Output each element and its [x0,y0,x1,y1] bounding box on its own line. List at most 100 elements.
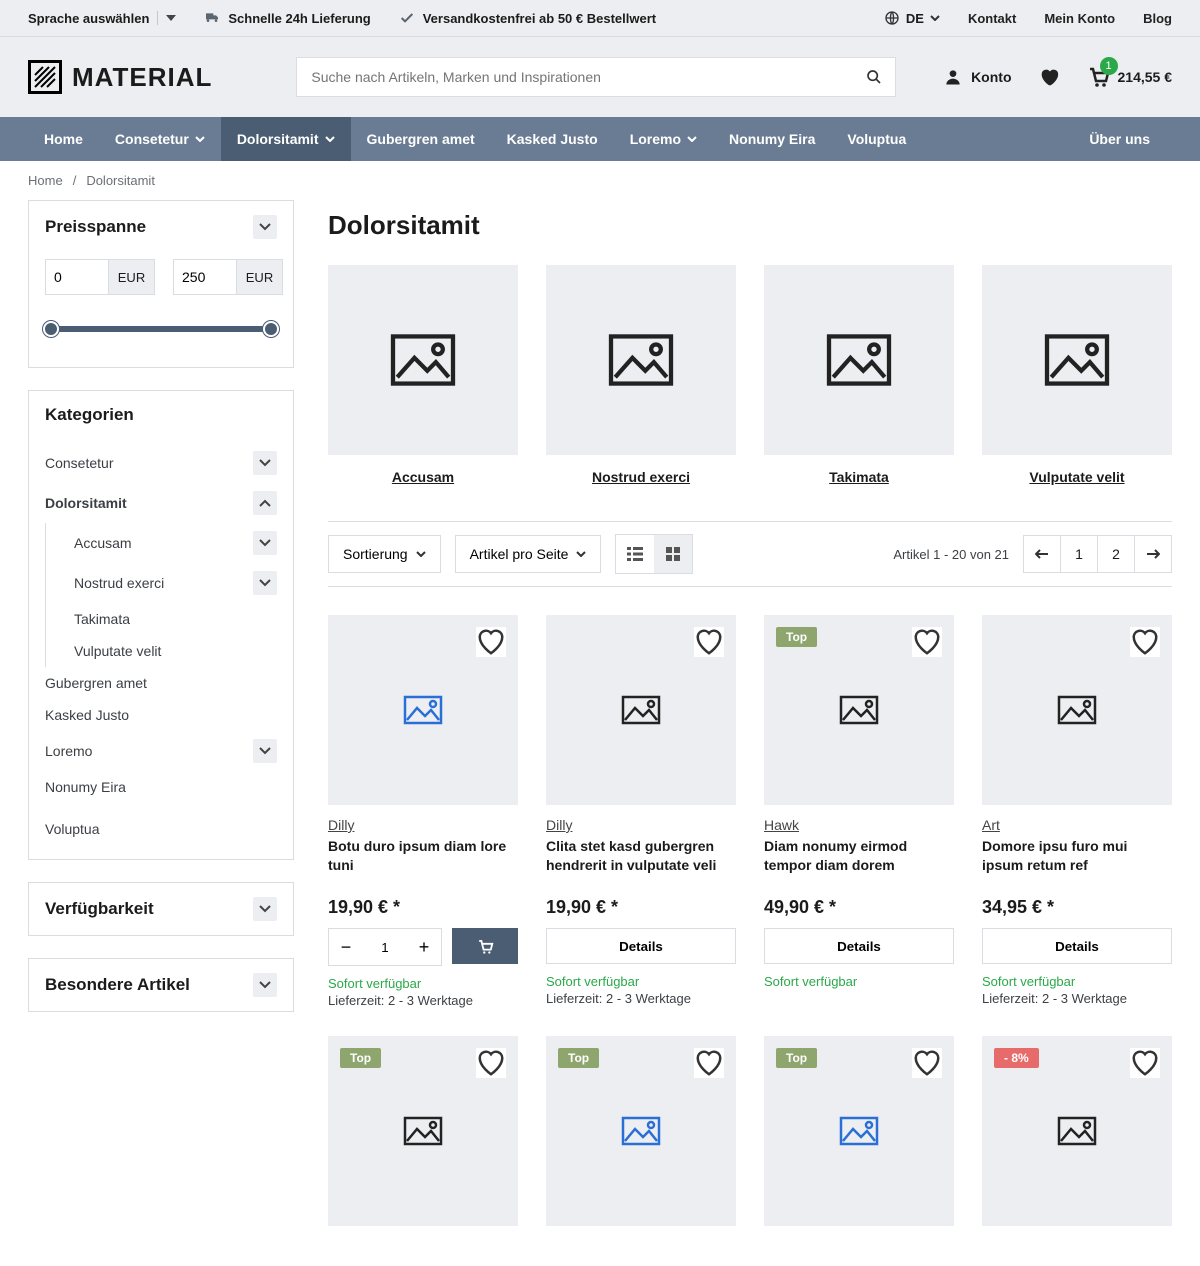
logo[interactable]: MATERIAL [28,60,212,94]
category-item[interactable]: Voluptua [29,813,293,845]
collapse-toggle[interactable] [253,973,277,997]
crumb-home[interactable]: Home [28,173,63,188]
add-to-cart-button[interactable] [452,928,518,964]
sort-button[interactable]: Sortierung [328,535,441,573]
details-button[interactable]: Details [764,928,954,964]
product-brand[interactable]: Art [982,817,1172,833]
subcategory-card[interactable]: Vulputate velit [982,265,1172,485]
product-image[interactable]: - 8% [982,1036,1172,1226]
qty-minus[interactable]: − [329,929,363,965]
subcategory-link[interactable]: Takimata [829,469,889,485]
product-image[interactable]: Top [546,1036,736,1226]
nav-item[interactable]: Voluptua [831,117,922,161]
category-item[interactable]: Accusam [45,523,293,563]
product-title[interactable]: Clita stet kasd gubergren hendrerit in v… [546,837,736,875]
wishlist-button[interactable] [1038,66,1060,88]
subcategory-card[interactable]: Accusam [328,265,518,485]
category-item[interactable]: Dolorsitamit [29,483,293,523]
wishlist-toggle[interactable] [476,627,506,657]
search-input[interactable] [296,57,852,97]
badge-top: Top [776,1048,817,1068]
product-title[interactable]: Botu duro ipsum diam lore tuni [328,837,518,875]
product-image[interactable] [982,615,1172,805]
details-button[interactable]: Details [546,928,736,964]
account-link[interactable]: Mein Konto [1044,11,1115,26]
price-slider[interactable] [45,311,277,347]
per-page-button[interactable]: Artikel pro Seite [455,535,602,573]
collapse-toggle[interactable] [253,897,277,921]
page-2[interactable]: 2 [1097,535,1135,573]
qty-plus[interactable]: + [407,929,441,965]
contact-link[interactable]: Kontakt [968,11,1016,26]
slider-handle-max[interactable] [263,321,279,337]
expand-toggle[interactable] [253,739,277,763]
product-brand[interactable]: Hawk [764,817,954,833]
search-button[interactable] [852,57,896,97]
product-card: Top [328,1036,518,1226]
subcategory-card[interactable]: Nostrud exerci [546,265,736,485]
category-item[interactable]: Nonumy Eira [29,771,293,803]
nav-item[interactable]: Kasked Justo [491,117,614,161]
subcategory-card[interactable]: Takimata [764,265,954,485]
nav-item[interactable]: Gubergren amet [351,117,491,161]
wishlist-toggle[interactable] [912,627,942,657]
subcategory-link[interactable]: Vulputate velit [1029,469,1124,485]
view-list[interactable] [616,535,654,573]
wishlist-toggle[interactable] [476,1048,506,1078]
collapse-toggle[interactable] [253,215,277,239]
product-image[interactable] [546,615,736,805]
expand-toggle[interactable] [253,491,277,515]
locale-select[interactable]: DE [884,10,940,26]
subcategory-link[interactable]: Nostrud exerci [592,469,690,485]
expand-toggle[interactable] [253,531,277,555]
subcategory-link[interactable]: Accusam [392,469,454,485]
product-image[interactable]: Top [328,1036,518,1226]
page-next[interactable] [1134,535,1172,573]
nav-item[interactable]: Consetetur [99,117,221,161]
product-brand[interactable]: Dilly [546,817,736,833]
wishlist-toggle[interactable] [694,627,724,657]
price-min-input[interactable] [46,260,108,294]
arrow-right-icon [1146,549,1160,559]
nav-item[interactable]: Home [28,117,99,161]
cart-button[interactable]: 1 214,55 € [1086,65,1173,89]
wishlist-toggle[interactable] [1130,1048,1160,1078]
category-item[interactable]: Takimata [45,603,293,635]
product-image[interactable]: Top [764,1036,954,1226]
product-image[interactable]: Top [764,615,954,805]
wishlist-toggle[interactable] [1130,627,1160,657]
qty-input[interactable] [363,929,407,965]
product-image[interactable] [328,615,518,805]
expand-toggle[interactable] [253,571,277,595]
page-1[interactable]: 1 [1060,535,1098,573]
slider-handle-min[interactable] [43,321,59,337]
nav-item[interactable]: Nonumy Eira [713,117,831,161]
product-brand[interactable]: Dilly [328,817,518,833]
nav-item[interactable]: Loremo [614,117,713,161]
category-item[interactable]: Nostrud exerci [45,563,293,603]
category-item[interactable]: Loremo [29,731,293,771]
product-title[interactable]: Domore ipsu furo mui ipsum retum ref [982,837,1172,875]
price-max-input[interactable] [174,260,236,294]
heart-icon [694,626,724,658]
view-grid[interactable] [654,535,692,573]
category-item[interactable]: Kasked Justo [29,699,293,731]
chevron-down-icon [259,579,271,587]
expand-toggle[interactable] [253,451,277,475]
product-title[interactable]: Diam nonumy eirmod tempor diam dorem [764,837,954,875]
category-item[interactable]: Consetetur [29,443,293,483]
account-button[interactable]: Konto [943,67,1011,87]
wishlist-toggle[interactable] [912,1048,942,1078]
category-item[interactable]: Vulputate velit [45,635,293,667]
language-picker[interactable]: Sprache auswählen [28,11,176,26]
filter-avail-title: Verfügbarkeit [45,899,154,919]
page-prev[interactable] [1023,535,1061,573]
category-item[interactable]: Gubergren amet [29,667,293,699]
blog-link[interactable]: Blog [1143,11,1172,26]
nav-item[interactable]: Dolorsitamit [221,117,351,161]
wishlist-toggle[interactable] [694,1048,724,1078]
list-icon [627,547,643,561]
nav-about[interactable]: Über uns [1073,117,1166,161]
details-button[interactable]: Details [982,928,1172,964]
grid-icon [666,547,680,561]
